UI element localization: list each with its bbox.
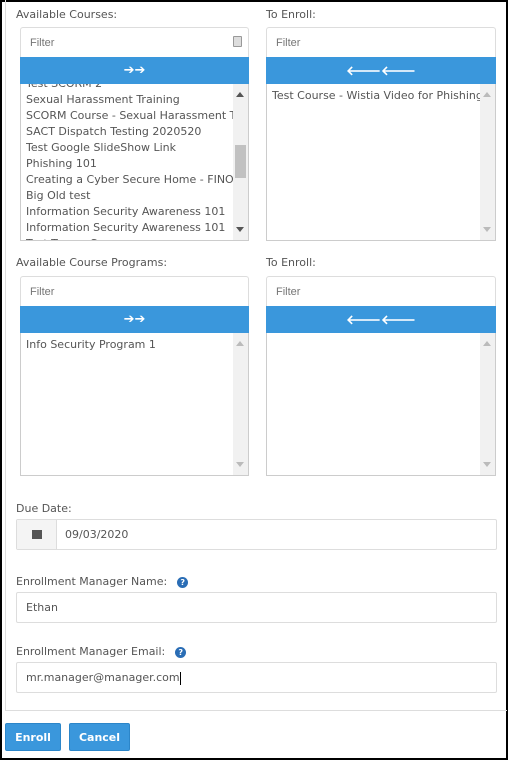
filter-clear-icon[interactable] bbox=[233, 36, 242, 47]
list-item[interactable]: Test Teams Course bbox=[26, 236, 242, 240]
available-programs-label: Available Course Programs: bbox=[16, 256, 168, 269]
scroll-down-icon[interactable] bbox=[236, 462, 244, 467]
double-arrow-left-icon: 🡐🡐 bbox=[346, 312, 416, 328]
list-item[interactable]: Creating a Cyber Secure Home - FINOSEC bbox=[26, 172, 242, 188]
available-courses-label: Available Courses: bbox=[16, 8, 118, 21]
list-item[interactable]: Info Security Program 1 bbox=[26, 337, 242, 353]
text-cursor bbox=[179, 671, 181, 685]
manager-email-value[interactable]: mr.manager@manager.com bbox=[26, 671, 180, 684]
list-item[interactable]: Big Old test bbox=[26, 188, 242, 204]
scrollbar[interactable] bbox=[233, 84, 248, 240]
list-item[interactable]: Test Course - Wistia Video for Phishing … bbox=[272, 88, 488, 104]
list-item[interactable]: Sexual Harassment Training bbox=[26, 92, 242, 108]
list-item[interactable]: Phishing 101 bbox=[26, 156, 242, 172]
double-arrow-right-icon: ➔➔ bbox=[123, 312, 146, 327]
scrollbar[interactable] bbox=[233, 333, 248, 475]
list-item[interactable]: Information Security Awareness 101 bbox=[26, 220, 242, 236]
scroll-up-icon[interactable] bbox=[236, 92, 244, 97]
list-item[interactable]: Information Security Awareness 101 bbox=[26, 204, 242, 220]
courses-to-enroll-filter[interactable] bbox=[266, 27, 496, 58]
move-all-right-button[interactable]: ➔➔ bbox=[20, 57, 249, 84]
cancel-button[interactable]: Cancel bbox=[69, 723, 130, 751]
available-programs-list[interactable]: Info Security Program 1 bbox=[20, 333, 249, 476]
manager-name-label: Enrollment Manager Name:? bbox=[16, 575, 189, 588]
scroll-down-icon[interactable] bbox=[483, 227, 491, 232]
list-item[interactable]: SACT Dispatch Testing 2020520 bbox=[26, 124, 242, 140]
scroll-up-icon[interactable] bbox=[483, 92, 491, 97]
enroll-dialog: Available Courses: ➔➔ Test SCORM 2Sexual… bbox=[2, 0, 507, 758]
scroll-up-icon[interactable] bbox=[236, 341, 244, 346]
move-all-left-button[interactable]: 🡐🡐 bbox=[266, 57, 496, 84]
due-date-label: Due Date: bbox=[16, 502, 72, 515]
scroll-up-icon[interactable] bbox=[483, 341, 491, 346]
programs-to-enroll-list[interactable] bbox=[266, 333, 496, 476]
courses-to-enroll-label: To Enroll: bbox=[266, 8, 316, 21]
programs-to-enroll-label: To Enroll: bbox=[266, 256, 316, 269]
move-all-programs-left-button[interactable]: 🡐🡐 bbox=[266, 306, 496, 333]
help-icon[interactable]: ? bbox=[175, 646, 187, 658]
scrollbar[interactable] bbox=[480, 333, 495, 475]
manager-name-label-text: Enrollment Manager Name: bbox=[16, 575, 168, 588]
scroll-down-icon[interactable] bbox=[236, 227, 244, 232]
double-arrow-right-icon: ➔➔ bbox=[123, 63, 146, 78]
manager-email-label-text: Enrollment Manager Email: bbox=[16, 645, 166, 658]
list-item[interactable]: SCORM Course - Sexual Harassment Trainin… bbox=[26, 108, 242, 124]
available-programs-filter[interactable] bbox=[20, 276, 249, 307]
move-all-programs-right-button[interactable]: ➔➔ bbox=[20, 306, 249, 333]
courses-to-enroll-list[interactable]: Test Course - Wistia Video for Phishing … bbox=[266, 84, 496, 241]
due-date-field[interactable]: 09/03/2020 bbox=[16, 519, 497, 550]
double-arrow-left-icon: 🡐🡐 bbox=[346, 63, 416, 79]
scroll-down-icon[interactable] bbox=[483, 462, 491, 467]
due-date-value[interactable]: 09/03/2020 bbox=[57, 520, 128, 549]
enroll-button[interactable]: Enroll bbox=[5, 723, 61, 751]
list-item[interactable]: Test Google SlideShow Link bbox=[26, 140, 242, 156]
available-courses-filter[interactable] bbox=[20, 27, 249, 58]
available-courses-list[interactable]: Test SCORM 2Sexual Harassment TrainingSC… bbox=[20, 84, 249, 241]
calendar-icon[interactable] bbox=[17, 520, 57, 549]
manager-email-input[interactable]: mr.manager@manager.com bbox=[16, 662, 497, 693]
manager-email-label: Enrollment Manager Email:? bbox=[16, 645, 187, 658]
list-item[interactable]: Test SCORM 2 bbox=[26, 84, 242, 92]
programs-to-enroll-filter[interactable] bbox=[266, 276, 496, 307]
scroll-thumb[interactable] bbox=[235, 145, 246, 178]
manager-name-input[interactable]: Ethan bbox=[16, 592, 497, 623]
help-icon[interactable]: ? bbox=[177, 576, 189, 588]
scrollbar[interactable] bbox=[480, 84, 495, 240]
